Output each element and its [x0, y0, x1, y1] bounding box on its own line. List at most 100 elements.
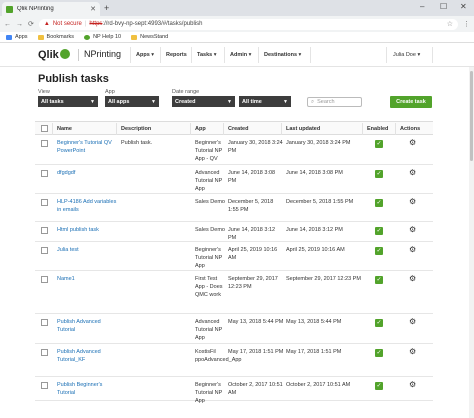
table-row[interactable]: Name1 First Test App - Does QMC work Septe…	[35, 271, 433, 314]
enabled-checkbox[interactable]: ✓	[375, 227, 383, 235]
row-checkbox[interactable]	[41, 247, 48, 254]
bookmark-bookmarks[interactable]: Bookmarks	[37, 34, 74, 40]
task-app: Advanced Tutorial NP App	[195, 170, 223, 192]
table-row[interactable]: HLP-4186 Add variables in emails Sales De…	[35, 194, 433, 222]
date-range-label: Date range	[172, 89, 200, 95]
gear-icon[interactable]: ⚙	[409, 274, 416, 283]
bookmark-star-icon[interactable]: ☆	[447, 20, 453, 28]
enabled-checkbox[interactable]: ✓	[375, 276, 383, 284]
column-header-last-updated[interactable]: Last updated	[286, 126, 320, 132]
enabled-checkbox[interactable]: ✓	[375, 382, 383, 390]
task-created: June 14, 2018 3:12 PM	[228, 227, 276, 241]
date-field-select[interactable]: Created ▼	[172, 96, 235, 107]
column-header-name[interactable]: Name	[57, 126, 72, 132]
address-bar: ← → ⟳ ▲ Not secure | https://rd-bvy-np-s…	[0, 16, 474, 32]
row-checkbox[interactable]	[41, 170, 48, 177]
app-header: Qlik NPrinting Apps ▾ Reports Tasks ▾ Ad…	[0, 43, 474, 67]
qlik-logo[interactable]: Qlik	[38, 49, 70, 61]
task-last-updated: January 30, 2018 3:24 PM	[286, 140, 351, 146]
row-checkbox[interactable]	[41, 140, 48, 147]
task-name-link[interactable]: Name1	[57, 275, 117, 283]
nav-admin[interactable]: Admin ▾	[230, 52, 251, 58]
table-row[interactable]: Publish Advanced Tutorial Advanced Tutori…	[35, 314, 433, 344]
gear-icon[interactable]: ⚙	[409, 168, 416, 177]
user-menu[interactable]: Julia Doe ▾	[393, 52, 420, 58]
gear-icon[interactable]: ⚙	[409, 380, 416, 389]
folder-icon	[37, 34, 44, 40]
gear-icon[interactable]: ⚙	[409, 225, 416, 234]
row-checkbox[interactable]	[41, 276, 48, 283]
bookmark-newsstand[interactable]: NewsStand	[131, 34, 168, 40]
bookmark-np-help[interactable]: NP Help 10	[84, 34, 121, 40]
row-checkbox[interactable]	[41, 349, 48, 356]
column-header-created[interactable]: Created	[228, 126, 248, 132]
select-all-checkbox[interactable]	[41, 125, 48, 132]
back-icon[interactable]: ←	[4, 21, 11, 28]
gear-icon[interactable]: ⚙	[409, 138, 416, 147]
app-filter-select[interactable]: All apps ▼	[105, 96, 159, 107]
column-header-description[interactable]: Description	[121, 126, 151, 132]
table-row[interactable]: Publish Advanced Tutorial_KF KostisFil pp…	[35, 344, 433, 377]
task-created: October 2, 2017 10:51 AM	[228, 382, 283, 396]
page-scrollbar[interactable]	[469, 67, 474, 418]
enabled-checkbox[interactable]: ✓	[375, 199, 383, 207]
reload-icon[interactable]: ⟳	[28, 20, 34, 28]
row-checkbox[interactable]	[41, 382, 48, 389]
table-row[interactable]: Publish Beginner's Tutorial Beginner's Tu…	[35, 377, 433, 404]
bookmark-apps[interactable]: Apps	[6, 34, 28, 40]
column-header-enabled[interactable]: Enabled	[367, 126, 388, 132]
task-app: KostisFil ppoAdvanced_App	[195, 349, 242, 363]
task-name-link[interactable]: Beginner's Tutorial QV PowerPoint	[57, 139, 117, 155]
table-row[interactable]: dfgdgdf Advanced Tutorial NP App June 14, …	[35, 165, 433, 194]
task-name-link[interactable]: Html publish task	[57, 226, 117, 234]
column-header-actions: Actions	[400, 126, 421, 132]
task-name-link[interactable]: Publish Advanced Tutorial_KF	[57, 348, 117, 364]
column-header-app[interactable]: App	[195, 126, 206, 132]
maximize-button[interactable]: ☐	[440, 2, 447, 11]
nav-apps[interactable]: Apps ▾	[136, 52, 154, 58]
browser-tab[interactable]: Qlik NPrinting ✕	[2, 2, 100, 16]
task-name-link[interactable]: Publish Advanced Tutorial	[57, 318, 117, 334]
nav-destinations[interactable]: Destinations ▾	[264, 52, 301, 58]
task-last-updated: October 2, 2017 10:51 AM	[286, 382, 351, 388]
row-checkbox[interactable]	[41, 199, 48, 206]
enabled-checkbox[interactable]: ✓	[375, 349, 383, 357]
scrollbar-thumb[interactable]	[470, 71, 473, 161]
url-field[interactable]: ▲ Not secure | https://rd-bvy-np-sept:49…	[38, 18, 458, 30]
task-name-link[interactable]: dfgdgdf	[57, 169, 117, 177]
enabled-checkbox[interactable]: ✓	[375, 140, 383, 148]
browser-tab-bar: Qlik NPrinting ✕ + – ☐ ✕	[0, 0, 474, 16]
create-task-button[interactable]: Create task	[390, 96, 432, 108]
gear-icon[interactable]: ⚙	[409, 197, 416, 206]
close-window-button[interactable]: ✕	[460, 2, 467, 11]
new-tab-button[interactable]: +	[104, 3, 109, 13]
row-checkbox[interactable]	[41, 227, 48, 234]
caret-down-icon: ▼	[283, 99, 288, 105]
nav-reports[interactable]: Reports	[166, 52, 187, 58]
view-filter-select[interactable]: All tasks ▼	[38, 96, 98, 107]
qlik-favicon-icon	[6, 5, 13, 13]
forward-icon[interactable]: →	[16, 21, 23, 28]
row-checkbox[interactable]	[41, 319, 48, 326]
enabled-checkbox[interactable]: ✓	[375, 319, 383, 327]
task-name-link[interactable]: HLP-4186 Add variables in emails	[57, 198, 117, 214]
nav-tasks[interactable]: Tasks ▾	[197, 52, 216, 58]
table-row[interactable]: Beginner's Tutorial QV PowerPoint Publish…	[35, 135, 433, 165]
gear-icon[interactable]: ⚙	[409, 245, 416, 254]
enabled-checkbox[interactable]: ✓	[375, 247, 383, 255]
task-last-updated: May 17, 2018 1:51 PM	[286, 349, 342, 355]
table-body: Beginner's Tutorial QV PowerPoint Publish…	[35, 135, 433, 404]
search-input[interactable]: ⌕ Search	[307, 97, 362, 107]
time-range-select[interactable]: All time ▼	[239, 96, 291, 107]
tab-close-icon[interactable]: ✕	[90, 5, 96, 13]
enabled-checkbox[interactable]: ✓	[375, 170, 383, 178]
table-row[interactable]: Html publish task Sales Demo June 14, 2018…	[35, 222, 433, 242]
task-name-link[interactable]: Publish Beginner's Tutorial	[57, 381, 117, 397]
menu-icon[interactable]: ⋮	[463, 20, 470, 28]
gear-icon[interactable]: ⚙	[409, 347, 416, 356]
minimize-button[interactable]: –	[420, 2, 424, 11]
table-row[interactable]: Julia test Beginner's Tutorial NP App Apri…	[35, 242, 433, 271]
gear-icon[interactable]: ⚙	[409, 317, 416, 326]
task-app: Sales Demo	[195, 199, 225, 205]
task-name-link[interactable]: Julia test	[57, 246, 117, 254]
